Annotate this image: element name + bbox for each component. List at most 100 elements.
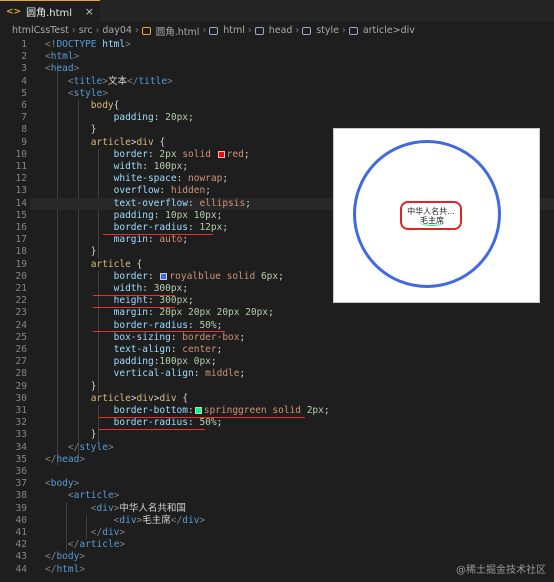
code-token: nowrap — [188, 173, 223, 185]
code-token: ; — [182, 161, 189, 172]
red-color-swatch[interactable] — [217, 150, 225, 158]
code-token: 12px — [199, 222, 223, 233]
line-number: 15 — [15, 209, 27, 221]
code-token: 50% — [199, 417, 217, 429]
breadcrumb-item[interactable]: htmlCssTest — [12, 25, 69, 36]
code-token: width — [113, 161, 143, 172]
code-token: 2px — [159, 148, 177, 160]
code-token: ; — [216, 344, 223, 355]
royalblue-color-swatch[interactable] — [160, 272, 168, 280]
code-token: div — [182, 514, 200, 526]
line-number: 44 — [15, 563, 27, 575]
line-number: 32 — [15, 417, 27, 429]
code-token: royalblue solid — [169, 270, 261, 282]
code-token: : — [188, 197, 200, 209]
line-number: 43 — [15, 551, 27, 563]
code-token: article — [90, 392, 131, 404]
code-token: : — [147, 148, 160, 160]
code-token: </ — [45, 563, 57, 575]
line-number: 2 — [21, 51, 27, 63]
breadcrumb-item[interactable]: 圆角.html — [156, 24, 200, 38]
breadcrumb-item[interactable]: html — [223, 25, 245, 36]
code-token: : — [142, 283, 154, 294]
code-text: overflow: hidden; — [45, 185, 211, 197]
code-text: body{ — [45, 100, 120, 112]
code-token: > — [113, 490, 120, 502]
breadcrumb-item[interactable]: src — [79, 25, 93, 36]
code-token: </ — [90, 527, 103, 538]
code-token: : — [188, 417, 200, 429]
code-token: center — [182, 344, 217, 355]
code-token: border-bottom — [113, 405, 188, 416]
code-text: <html> — [45, 51, 79, 63]
code-token: > — [125, 39, 131, 50]
line-number: 3 — [21, 63, 27, 75]
breadcrumb-item[interactable]: day04 — [102, 25, 132, 36]
line-number: 36 — [15, 466, 27, 477]
breadcrumb-item[interactable]: style — [316, 25, 339, 36]
code-text: border-radius: 50%; — [45, 417, 223, 429]
breadcrumb-item[interactable]: head — [269, 25, 293, 36]
code-token: text-align — [113, 344, 171, 355]
code-text: </html> — [45, 564, 85, 576]
element-icon — [348, 26, 358, 35]
code-token: 中华人名共和国 — [119, 502, 186, 514]
tab-file[interactable]: <> 圆角.html × — [0, 0, 100, 22]
code-token: : — [153, 112, 166, 124]
springgreen-color-swatch[interactable] — [194, 407, 202, 414]
line-number: 4 — [21, 75, 27, 87]
code-token: border-box — [182, 331, 240, 343]
code-token: 20px — [165, 112, 189, 124]
code-token: springgreen solid — [203, 405, 307, 416]
code-token: padding — [113, 209, 154, 221]
close-icon[interactable]: × — [85, 5, 94, 18]
line-number: 9 — [21, 136, 27, 148]
code-text: <head> — [45, 63, 79, 75]
code-token: head — [56, 453, 80, 465]
code-token: border-radius — [113, 222, 188, 233]
code-token: { — [113, 100, 120, 111]
code-token: article — [90, 258, 131, 270]
code-token: </ — [126, 75, 139, 87]
code-text: margin: auto; — [45, 234, 188, 246]
code-token: article — [79, 539, 120, 551]
code-token: ellipsis — [199, 197, 246, 209]
annotation-underline — [93, 294, 175, 296]
line-number: 5 — [21, 87, 27, 99]
code-text: } — [45, 124, 97, 136]
code-token: ; — [182, 283, 189, 294]
code-token: ; — [245, 197, 251, 209]
chevron-right-icon: › — [202, 25, 207, 36]
line-number: 8 — [21, 124, 27, 136]
line-number: 39 — [15, 502, 27, 514]
code-token: ; — [323, 405, 330, 416]
line-number: 42 — [15, 539, 27, 551]
code-text: } — [45, 381, 97, 393]
breadcrumb-item[interactable]: article>div — [363, 25, 415, 36]
code-token: { — [130, 258, 143, 270]
code-token: height — [113, 295, 148, 307]
code-token: : — [188, 222, 200, 233]
code-token: : — [142, 161, 154, 172]
code-text: height: 300px; — [45, 295, 194, 307]
preview-box: 中华人名共... 毛主席 — [400, 201, 462, 230]
code-text: <article> — [45, 490, 120, 502]
code-token: div — [102, 527, 120, 538]
line-number: 14 — [15, 197, 27, 209]
code-token: > — [79, 551, 86, 563]
annotation-underline — [93, 306, 175, 308]
code-text: border-radius: 50%; — [45, 320, 223, 332]
code-token: : — [147, 307, 160, 319]
line-number: 37 — [15, 478, 27, 490]
